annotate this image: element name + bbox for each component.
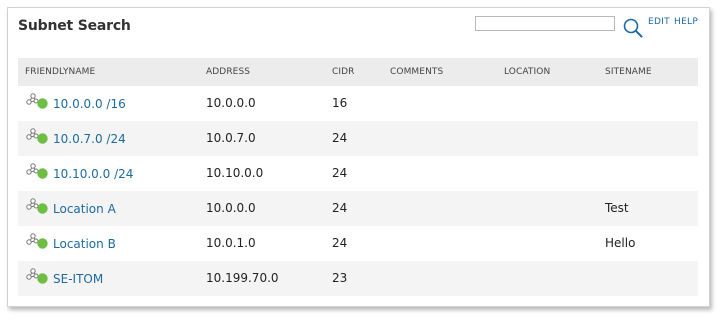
subnet-node-icon <box>26 233 48 249</box>
status-up-icon <box>37 203 48 214</box>
table-row: Location A 10.0.0.0 24 Test <box>18 191 698 226</box>
header-sitename[interactable]: SITENAME <box>605 67 652 77</box>
subnet-node-icon <box>26 163 48 179</box>
status-up-icon <box>37 133 48 144</box>
header-location[interactable]: LOCATION <box>504 67 550 77</box>
subnet-node-icon <box>26 198 48 214</box>
subnet-search-panel: Subnet Search EDIT HELP FRIENDLYNAME ADD… <box>7 7 710 307</box>
subnet-name-link[interactable]: 10.0.7.0 /24 <box>53 132 126 146</box>
cell-address: 10.0.1.0 <box>206 236 256 250</box>
search-input[interactable] <box>475 16 615 31</box>
cell-cidr: 24 <box>332 131 348 145</box>
subnet-node-icon <box>26 128 48 144</box>
cell-address: 10.0.0.0 <box>206 96 256 110</box>
status-up-icon <box>37 238 48 249</box>
subnet-name-link[interactable]: SE-ITOM <box>53 272 103 286</box>
header-friendlyname[interactable]: FRIENDLYNAME <box>25 67 95 77</box>
subnet-name-link[interactable]: Location B <box>53 237 116 251</box>
header-cidr[interactable]: CIDR <box>332 67 355 77</box>
table-row: 10.0.0.0 /16 10.0.0.0 16 <box>18 86 698 121</box>
table-row: Location B 10.0.1.0 24 Hello <box>18 226 698 261</box>
table-row: SE-ITOM 10.199.70.0 23 <box>18 261 698 296</box>
panel-title: Subnet Search <box>18 18 131 34</box>
subnet-table: FRIENDLYNAME ADDRESS CIDR COMMENTS LOCAT… <box>18 58 698 296</box>
cell-address: 10.0.0.0 <box>206 201 256 215</box>
status-up-icon <box>37 98 48 109</box>
cell-cidr: 24 <box>332 166 348 180</box>
cell-cidr: 23 <box>332 271 348 285</box>
subnet-name-link[interactable]: Location A <box>53 202 116 216</box>
help-link[interactable]: HELP <box>674 17 698 27</box>
table-body: 10.0.0.0 /16 10.0.0.0 16 10.0.7.0 /24 10.0.7… <box>18 86 698 296</box>
table-row: 10.10.0.0 /24 10.10.0.0 24 <box>18 156 698 191</box>
status-up-icon <box>37 168 48 179</box>
cell-sitename: Hello <box>605 236 636 250</box>
subnet-node-icon <box>26 93 48 109</box>
status-up-icon <box>37 273 48 284</box>
edit-link[interactable]: EDIT <box>648 17 670 27</box>
subnet-node-icon <box>26 268 48 284</box>
table-row: 10.0.7.0 /24 10.0.7.0 24 <box>18 121 698 156</box>
cell-sitename: Test <box>605 201 629 215</box>
cell-cidr: 24 <box>332 201 348 215</box>
table-header: FRIENDLYNAME ADDRESS CIDR COMMENTS LOCAT… <box>18 58 698 86</box>
cell-address: 10.10.0.0 <box>206 166 264 180</box>
header-comments[interactable]: COMMENTS <box>390 67 443 77</box>
cell-cidr: 16 <box>332 96 348 110</box>
cell-cidr: 24 <box>332 236 348 250</box>
cell-address: 10.199.70.0 <box>206 271 279 285</box>
subnet-name-link[interactable]: 10.10.0.0 /24 <box>53 167 133 181</box>
header-address[interactable]: ADDRESS <box>206 67 250 77</box>
cell-address: 10.0.7.0 <box>206 131 256 145</box>
search-icon[interactable] <box>622 17 644 39</box>
subnet-name-link[interactable]: 10.0.0.0 /16 <box>53 97 126 111</box>
